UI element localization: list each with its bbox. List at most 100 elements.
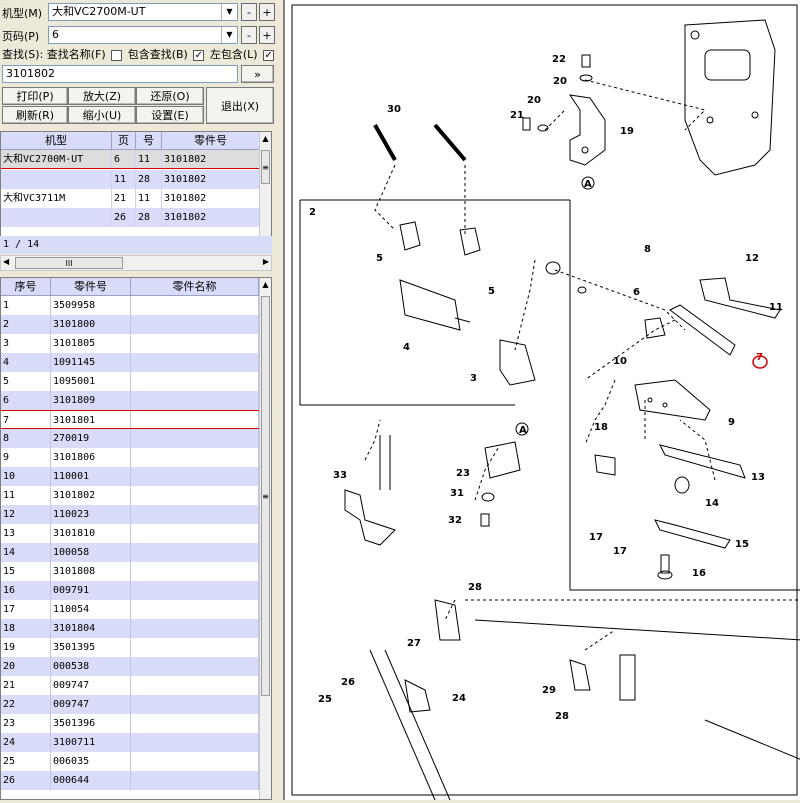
- table-row[interactable]: 11 28 3101802: [1, 170, 260, 189]
- table-row[interactable]: 4 1091145: [1, 353, 259, 372]
- scroll-left-icon[interactable]: ◀: [3, 257, 9, 266]
- col-seq[interactable]: 序号: [1, 278, 51, 295]
- callout[interactable]: 10: [613, 356, 627, 367]
- table-row[interactable]: 14 100058: [1, 543, 259, 562]
- col-part-no[interactable]: 零件号: [51, 278, 131, 295]
- contain-checkbox[interactable]: [111, 49, 123, 61]
- table-row[interactable]: 17 110054: [1, 600, 259, 619]
- table-row[interactable]: 16 009791: [1, 581, 259, 600]
- table-row[interactable]: 21 009747: [1, 676, 259, 695]
- callout[interactable]: 30: [387, 104, 401, 115]
- search-input[interactable]: 3101802: [2, 65, 238, 83]
- chevron-down-icon[interactable]: ▼: [221, 4, 237, 20]
- callout[interactable]: 21: [510, 110, 524, 121]
- callout[interactable]: 20: [527, 95, 541, 106]
- table-row[interactable]: 15 3101808: [1, 562, 259, 581]
- callout[interactable]: 11: [769, 302, 783, 313]
- go-button[interactable]: »: [241, 65, 274, 83]
- scroll-right-icon[interactable]: ▶: [263, 257, 269, 266]
- callout[interactable]: 22: [552, 54, 566, 65]
- refresh-button[interactable]: 刷新(R): [2, 106, 68, 124]
- page-plus-button[interactable]: +: [259, 26, 275, 44]
- callout[interactable]: 2: [309, 207, 316, 218]
- col-no[interactable]: 号: [136, 132, 162, 149]
- model-minus-button[interactable]: -: [241, 3, 257, 21]
- page-minus-button[interactable]: -: [241, 26, 257, 44]
- callout[interactable]: 25: [318, 694, 332, 705]
- zoom-in-button[interactable]: 放大(Z): [68, 87, 136, 105]
- callout[interactable]: 14: [705, 498, 719, 509]
- table-row[interactable]: 大和VC3711M 21 11 3101802: [1, 189, 260, 208]
- table-row[interactable]: 13 3101810: [1, 524, 259, 543]
- table-row[interactable]: 12 110023: [1, 505, 259, 524]
- scroll-up-icon[interactable]: ▲: [260, 132, 271, 146]
- callout[interactable]: 17: [613, 546, 627, 557]
- callout[interactable]: 13: [751, 472, 765, 483]
- table-row[interactable]: 3 3101805: [1, 334, 259, 353]
- table-row[interactable]: 26 28 3101802: [1, 208, 260, 227]
- callout[interactable]: 26: [341, 677, 355, 688]
- chevron-down-icon[interactable]: ▼: [221, 27, 237, 43]
- table-row[interactable]: 5 1095001: [1, 372, 259, 391]
- callout[interactable]: 6: [633, 287, 640, 298]
- col-model[interactable]: 机型: [1, 132, 112, 149]
- model-select[interactable]: 大和VC2700M-UT ▼: [48, 3, 238, 21]
- table-row[interactable]: 7 3101801: [1, 410, 259, 429]
- callout[interactable]: 3: [470, 373, 477, 384]
- zoom-out-button[interactable]: 缩小(U): [68, 106, 136, 124]
- callout[interactable]: 24: [452, 693, 466, 704]
- table-row[interactable]: 9 3101806: [1, 448, 259, 467]
- table-row[interactable]: 8 270019: [1, 429, 259, 448]
- table-row[interactable]: 25 006035: [1, 752, 259, 771]
- restore-button[interactable]: 还原(O): [136, 87, 204, 105]
- callout[interactable]: 7: [756, 352, 763, 363]
- callout[interactable]: 9: [728, 417, 735, 428]
- model-table[interactable]: 机型 页 号 零件号 大和VC2700M-UT 6 11 3101802 11 …: [0, 131, 272, 253]
- table-row[interactable]: 1 3509958: [1, 296, 259, 315]
- table-row[interactable]: 20 000538: [1, 657, 259, 676]
- callout[interactable]: 28: [468, 582, 482, 593]
- callout[interactable]: 5: [488, 286, 495, 297]
- callout[interactable]: 12: [745, 253, 759, 264]
- table-row[interactable]: 26 000644: [1, 771, 259, 790]
- left-contain-checkbox[interactable]: ✓: [193, 49, 205, 61]
- callout[interactable]: 23: [456, 468, 470, 479]
- print-button[interactable]: 打印(P): [2, 87, 68, 105]
- callout[interactable]: 19: [620, 126, 634, 137]
- callout[interactable]: 32: [448, 515, 462, 526]
- table-row[interactable]: 大和VC2700M-UT 6 11 3101802: [1, 150, 260, 169]
- table-row[interactable]: 18 3101804: [1, 619, 259, 638]
- col-part-name[interactable]: 零件名称: [131, 278, 259, 295]
- callout[interactable]: 15: [735, 539, 749, 550]
- table-row[interactable]: 6 3101809: [1, 391, 259, 410]
- model-plus-button[interactable]: +: [259, 3, 275, 21]
- callout[interactable]: A: [584, 179, 592, 190]
- col-part-no[interactable]: 零件号: [162, 132, 260, 149]
- table-row[interactable]: 10 110001: [1, 467, 259, 486]
- callout[interactable]: 5: [376, 253, 383, 264]
- callout[interactable]: 17: [589, 532, 603, 543]
- callout[interactable]: 31: [450, 488, 464, 499]
- table-row[interactable]: 11 3101802: [1, 486, 259, 505]
- table-row[interactable]: 2 3101800: [1, 315, 259, 334]
- exit-button[interactable]: 退出(X): [206, 87, 274, 124]
- extra-checkbox[interactable]: ✓: [263, 49, 275, 61]
- callout[interactable]: 20: [553, 76, 567, 87]
- table-row[interactable]: 24 3100711: [1, 733, 259, 752]
- callout[interactable]: 4: [403, 342, 410, 353]
- page-select[interactable]: 6 ▼: [48, 26, 238, 44]
- settings-button[interactable]: 设置(E): [136, 106, 204, 124]
- callout[interactable]: 28: [555, 711, 569, 722]
- scroll-up-icon[interactable]: ▲: [260, 278, 271, 292]
- parts-table[interactable]: 序号 零件号 零件名称 1 3509958 2 3101800 3 3101805 4 109…: [0, 277, 272, 800]
- callout[interactable]: 8: [644, 244, 651, 255]
- parts-diagram[interactable]: 30 22 20 20 21 19 A 2 5 5 4 3 8 12 6 11 …: [283, 0, 800, 801]
- horizontal-scrollbar[interactable]: ◀ III ▶: [0, 255, 272, 271]
- parts-table-scrollbar[interactable]: ▲ ≡: [259, 278, 271, 799]
- scroll-thumb[interactable]: ≡: [261, 296, 270, 696]
- callout[interactable]: 27: [407, 638, 421, 649]
- scroll-thumb[interactable]: ≡: [261, 150, 270, 184]
- callout[interactable]: 29: [542, 685, 556, 696]
- callout[interactable]: 33: [333, 470, 347, 481]
- table-row[interactable]: 19 3501395: [1, 638, 259, 657]
